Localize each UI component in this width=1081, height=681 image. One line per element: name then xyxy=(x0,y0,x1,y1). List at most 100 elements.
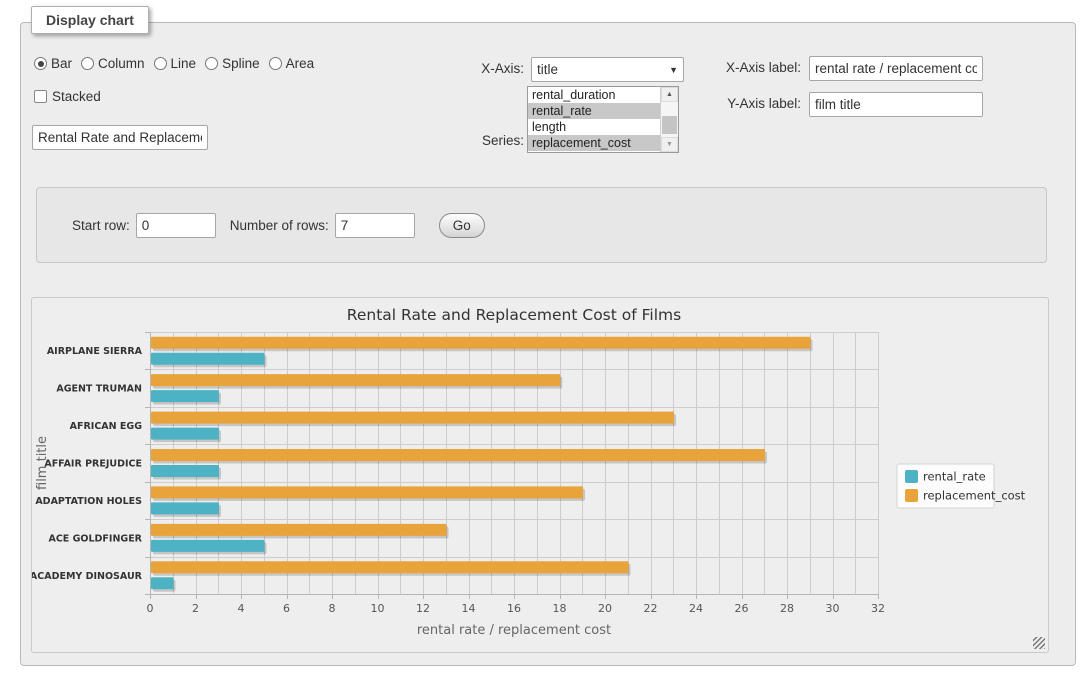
scroll-up-icon[interactable]: ▲ xyxy=(661,87,678,102)
radio-area-label: Area xyxy=(286,56,315,71)
go-button[interactable]: Go xyxy=(439,213,485,238)
chart-type-radio-group: Bar Column Line Spline Area xyxy=(34,56,314,71)
category-label: AFFAIR PREJUDICE xyxy=(44,459,142,470)
bar-rental_rate xyxy=(151,390,219,402)
category-label: ACADEMY DINOSAUR xyxy=(32,571,143,582)
x-tick-label: 10 xyxy=(371,602,385,615)
x-tick-label: 16 xyxy=(507,602,521,615)
panel-title: Display chart xyxy=(31,6,149,34)
x-tick-label: 22 xyxy=(644,602,658,615)
series-listbox: rental_duration rental_rate length repla… xyxy=(527,86,679,153)
xaxis-select[interactable]: title ▼ xyxy=(531,57,684,82)
series-option-rental-rate[interactable]: rental_rate xyxy=(528,103,660,119)
bar-rental_rate xyxy=(151,502,219,514)
x-tick-label: 4 xyxy=(238,602,245,615)
category-label: AIRPLANE SIERRA xyxy=(47,346,143,357)
legend-item-replacement_cost[interactable]: replacement_cost xyxy=(905,489,1026,503)
legend: rental_rate replacement_cost xyxy=(897,464,1026,508)
xaxis-select-value: title xyxy=(537,62,558,77)
bar-rental_rate xyxy=(151,428,219,440)
series-listbox-label: Series: xyxy=(441,133,524,148)
category-label: AFRICAN EGG xyxy=(70,421,143,432)
bar-rental_rate xyxy=(151,465,219,477)
x-tick-label: 26 xyxy=(735,602,749,615)
dropdown-arrow-icon: ▼ xyxy=(669,65,678,75)
num-rows-input[interactable] xyxy=(335,213,415,238)
yaxis-label-field-label: Y-Axis label: xyxy=(706,96,801,111)
scrollbar-thumb[interactable] xyxy=(662,116,677,134)
chart-container: AIRPLANE SIERRA AGENT TRUMAN AFRICAN EGG AF… xyxy=(31,297,1049,653)
series-option-replacement-cost[interactable]: replacement_cost xyxy=(528,135,660,151)
category-label: AGENT TRUMAN xyxy=(56,384,142,395)
series-option-length[interactable]: length xyxy=(528,119,660,135)
radio-spline-icon[interactable] xyxy=(205,57,218,70)
bar-replacement_cost xyxy=(151,449,765,461)
bar-rental_rate xyxy=(151,577,174,589)
xaxis-label-input[interactable] xyxy=(809,56,983,81)
yaxis-label-input[interactable] xyxy=(809,92,983,117)
bar-rental_rate xyxy=(151,353,265,365)
stacked-checkbox[interactable] xyxy=(34,90,47,103)
x-tick-label: 32 xyxy=(871,602,885,615)
series-options: rental_duration rental_rate length repla… xyxy=(528,87,660,152)
radio-bar-label: Bar xyxy=(51,56,72,71)
display-chart-panel: Display chart Bar Column Line Spline Are… xyxy=(20,22,1076,666)
x-axis-title: rental rate / replacement cost xyxy=(417,623,611,638)
bar-replacement_cost xyxy=(151,337,811,349)
bar-replacement_cost xyxy=(151,561,629,573)
stacked-checkbox-row[interactable]: Stacked xyxy=(34,89,101,104)
x-tick-label: 18 xyxy=(553,602,567,615)
x-tick-label: 20 xyxy=(598,602,612,615)
radio-bar-icon[interactable] xyxy=(34,57,47,70)
radio-column-label: Column xyxy=(98,56,145,71)
y-axis-title: film title xyxy=(35,436,50,490)
radio-line-label: Line xyxy=(171,56,197,71)
x-tick-label: 0 xyxy=(147,602,154,615)
x-tick-label: 24 xyxy=(689,602,703,615)
legend-swatch-icon xyxy=(905,470,918,483)
series-option-rental-duration[interactable]: rental_duration xyxy=(528,87,660,103)
radio-area[interactable]: Area xyxy=(269,56,315,71)
radio-line[interactable]: Line xyxy=(154,56,197,71)
start-row-label: Start row: xyxy=(72,218,130,233)
category-label: ACE GOLDFINGER xyxy=(48,533,142,544)
stacked-label: Stacked xyxy=(52,89,101,104)
bar-replacement_cost xyxy=(151,524,447,536)
x-tick-label: 2 xyxy=(192,602,199,615)
scrollbar-track[interactable] xyxy=(661,102,678,137)
bar-replacement_cost xyxy=(151,486,583,498)
x-tick-label: 12 xyxy=(416,602,430,615)
bar-rental_rate xyxy=(151,540,265,552)
radio-bar[interactable]: Bar xyxy=(34,56,72,71)
radio-line-icon[interactable] xyxy=(154,57,167,70)
listbox-scrollbar[interactable]: ▲ ▼ xyxy=(660,87,678,152)
legend-item-rental_rate[interactable]: rental_rate xyxy=(905,470,986,484)
x-tick-label: 6 xyxy=(283,602,290,615)
axes xyxy=(145,332,879,599)
bar-replacement_cost xyxy=(151,374,560,386)
legend-label: rental_rate xyxy=(923,470,986,484)
chart-title: Rental Rate and Replacement Cost of Film… xyxy=(347,306,681,324)
start-row-input[interactable] xyxy=(136,213,216,238)
scroll-down-icon[interactable]: ▼ xyxy=(661,137,678,152)
x-tick-label: 28 xyxy=(780,602,794,615)
chart-title-input[interactable] xyxy=(32,125,208,150)
row-range-panel: Start row: Number of rows: Go xyxy=(36,187,1047,263)
xaxis-label-field-label: X-Axis label: xyxy=(706,60,801,75)
resize-handle-icon[interactable] xyxy=(1033,637,1045,649)
radio-spline-label: Spline xyxy=(222,56,260,71)
legend-label: replacement_cost xyxy=(923,489,1026,503)
bar-chart: AIRPLANE SIERRA AGENT TRUMAN AFRICAN EGG AF… xyxy=(32,298,1048,652)
radio-spline[interactable]: Spline xyxy=(205,56,260,71)
num-rows-label: Number of rows: xyxy=(230,218,329,233)
category-label: ADAPTATION HOLES xyxy=(35,496,142,507)
xaxis-select-label: X-Axis: xyxy=(441,61,524,76)
radio-column-icon[interactable] xyxy=(81,57,94,70)
bar-replacement_cost xyxy=(151,412,674,424)
legend-swatch-icon xyxy=(905,489,918,502)
x-tick-label: 30 xyxy=(826,602,840,615)
x-tick-label: 14 xyxy=(462,602,476,615)
x-tick-label: 8 xyxy=(329,602,336,615)
radio-area-icon[interactable] xyxy=(269,57,282,70)
radio-column[interactable]: Column xyxy=(81,56,145,71)
